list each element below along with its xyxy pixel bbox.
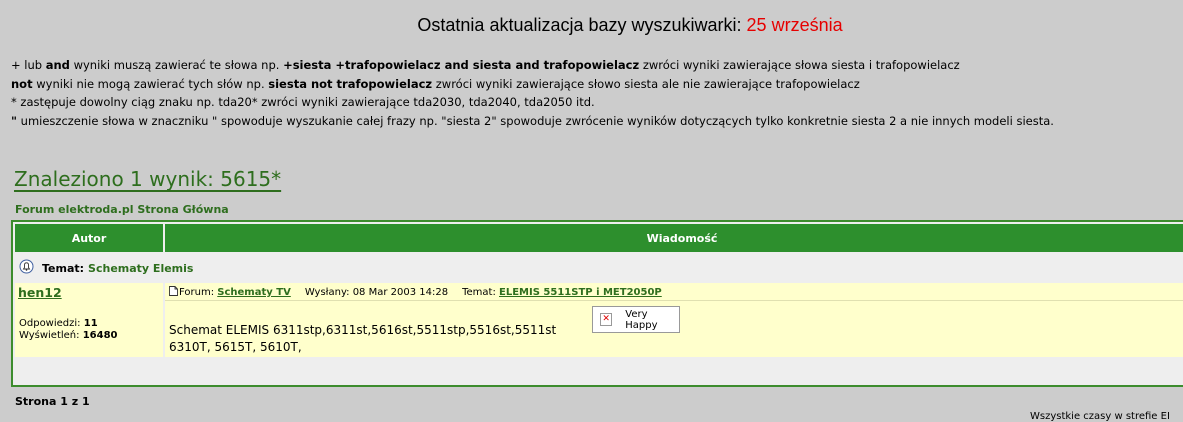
update-date: 25 września <box>746 15 843 35</box>
help-line-quote: " umieszczenie słowa w znaczniku " spowo… <box>11 112 1054 131</box>
help-text: zwróci wyniki zawierające słowa siesta i… <box>639 58 960 72</box>
help-text: wyniki nie mogą zawierać tych słów np. <box>32 76 269 91</box>
help-example: siesta not trafopowielacz <box>268 76 433 91</box>
topic-name-link[interactable]: Schematy Elemis <box>88 262 193 275</box>
message-divider <box>165 300 1183 301</box>
message-cell: Forum: Schematy TV Wysłany: 08 Mar 2003 1… <box>165 283 1183 357</box>
help-line-wildcard: * zastępuje dowolny ciąg znaku np. tda20… <box>11 95 595 109</box>
help-example: +siesta +trafopowielacz and siesta and t… <box>283 58 640 72</box>
topic-label: Temat: <box>42 261 85 275</box>
post-sent-date: Wysłany: 08 Mar 2003 14:28 <box>304 287 449 298</box>
topic-row: Temat: Schematy Elemis <box>15 254 1183 282</box>
help-text: + lub <box>11 58 46 72</box>
results-title[interactable]: Znaleziono 1 wynik: 5615* <box>14 167 281 191</box>
post-icon <box>169 286 178 299</box>
broken-image-icon: ✕ <box>600 313 613 326</box>
search-help: + lub and wyniki muszą zawierać te słowa… <box>11 56 1054 130</box>
post-forum-label: Forum: <box>179 287 215 298</box>
views-stat: Wyświetleń: 16480 <box>19 330 118 341</box>
views-label: Wyświetleń: <box>19 330 80 341</box>
help-text: wyniki muszą zawierać te słowa np. <box>69 58 284 72</box>
update-status: Ostatnia aktualizacja bazy wyszukiwarki:… <box>0 15 1183 36</box>
header-author: Autor <box>15 224 163 252</box>
timezone-info: Wszystkie czasy w strefie EI <box>1030 411 1170 422</box>
help-line-not: not wyniki nie mogą zawierać tych słów n… <box>11 75 1054 94</box>
message-body: Schemat ELEMIS 6311stp,6311st,5616st,551… <box>169 323 557 354</box>
post-topic-label: Temat: <box>462 287 496 298</box>
replies-count: 11 <box>83 318 98 329</box>
post-topic-link[interactable]: ELEMIS 5511STP i MET2050P <box>499 287 662 298</box>
table-footer-row <box>15 358 1183 385</box>
author-link[interactable]: hen12 <box>18 285 62 300</box>
results-table: Autor Wiadomość Temat: Schematy Elemis h… <box>11 220 1183 387</box>
help-operator: not <box>11 76 33 91</box>
replies-stat: Odpowiedzi: 11 <box>19 318 98 329</box>
help-operator: and <box>45 58 70 72</box>
emoticon-image: ✕ Very Happy <box>592 306 680 333</box>
update-label: Ostatnia aktualizacja bazy wyszukiwarki: <box>417 15 742 35</box>
author-cell: hen12 Odpowiedzi: 11 Wyświetleń: 16480 <box>15 283 163 357</box>
replies-label: Odpowiedzi: <box>19 318 81 329</box>
header-message: Wiadomość <box>165 224 1183 252</box>
help-text: zwróci wyniki zawierające słowo siesta a… <box>432 76 860 91</box>
post-meta: Forum: Schematy TV Wysłany: 08 Mar 2003 1… <box>169 286 662 299</box>
views-count: 16480 <box>82 330 118 341</box>
pagination-info: Strona 1 z 1 <box>15 395 90 408</box>
emoticon-alt-text: Very Happy <box>625 308 658 331</box>
help-line-and: + lub and wyniki muszą zawierać te słowa… <box>11 56 1054 75</box>
help-text: umieszczenie słowa w znaczniku " spowodu… <box>17 113 1054 128</box>
forum-home-link[interactable]: Forum elektroda.pl Strona Główna <box>15 203 229 216</box>
topic-bell-icon <box>19 259 34 277</box>
post-forum-link[interactable]: Schematy TV <box>217 287 291 298</box>
